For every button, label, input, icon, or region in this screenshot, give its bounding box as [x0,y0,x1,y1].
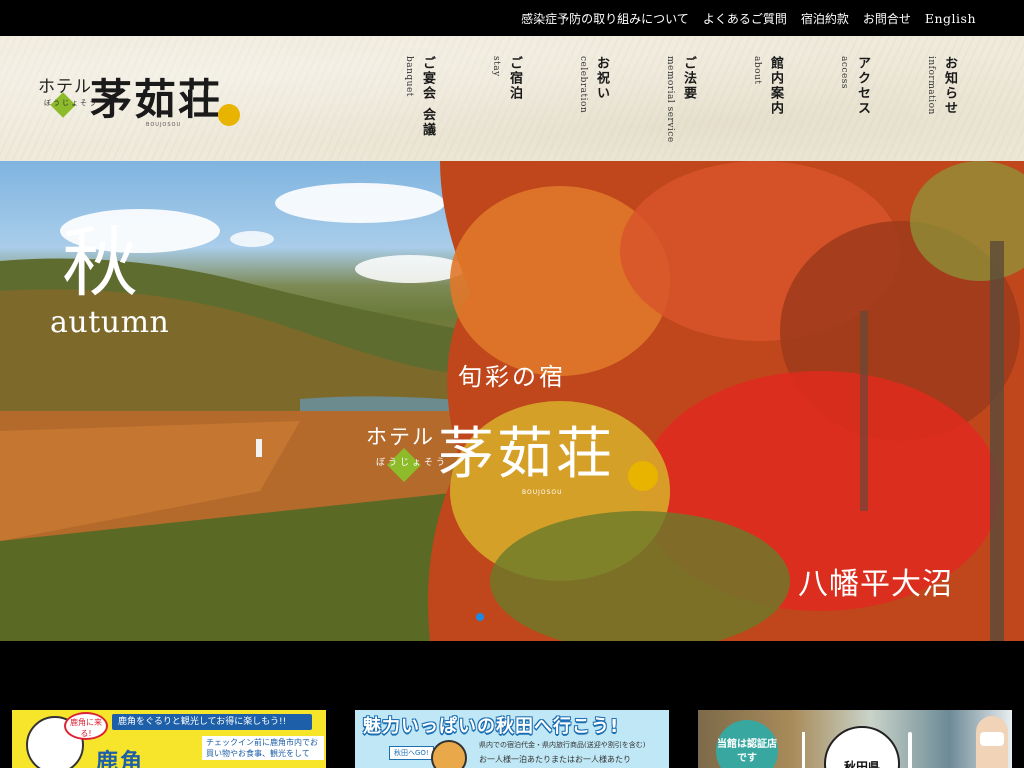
topbar-link-contact[interactable]: お問合せ [863,10,911,27]
nav-label-jp: お知らせ [942,56,957,116]
nav-label-en: access [839,56,849,90]
hero-logo: ホテル ぼうじょそう 茅茹荘 BOUJOSOU [366,409,666,499]
nav-label-en: stay [491,56,501,77]
nav-item-memorial[interactable]: ご法要 memorial service [665,56,698,156]
nav-label-jp: アクセス [855,56,870,116]
akita-subtext-2: お一人様一泊あたりまたはお一人様あたり [479,755,631,764]
akita-subtext: 県内での宿泊代金・県内旅行商品(送迎や割引を含む) [479,741,646,749]
banner-section: 鹿角に来る! 鹿角をぐるりと観光してお得に楽しもう!! 鹿角 チェックイン前に鹿… [0,641,1024,768]
akita-tag: 秋田へGO! [389,746,434,760]
nav-item-access[interactable]: アクセス access [839,56,872,156]
nav-label-en: about [752,56,762,85]
logo-hotel-text: ホテル [38,77,92,97]
kazuno-title: 鹿角 [96,750,145,768]
nav-label-jp: ご宿泊 [507,56,522,101]
cat-mascot-icon [431,740,467,768]
mask-icon [980,732,1004,746]
logo-name: 茅茹荘 [90,75,223,124]
nav-label-en: memorial service [665,56,675,143]
nav-label-jp: ご法要 [681,56,696,101]
hero-logo-roman: BOUJOSOU [522,489,563,496]
banner-certified[interactable]: 当館は認証店です 秋田県 [698,710,1012,768]
slider-indicator-dot[interactable] [476,613,484,621]
nav-label-en: information [926,56,936,115]
top-utility-bar: 感染症予防の取り組みについて よくあるご質問 宿泊約款 お問合せ English [0,0,1024,36]
global-nav: ご宴会 会議 banquet ご宿泊 stay お祝い celebration … [400,56,970,156]
nav-label-jp: お祝い [594,56,609,101]
nav-label-en: banquet [404,56,414,97]
logo-roman: BOUJOSOU [146,122,182,128]
nav-item-about[interactable]: 館内案内 about [752,56,785,156]
topbar-link-terms[interactable]: 宿泊約款 [801,10,849,27]
topbar-link-faq[interactable]: よくあるご質問 [703,10,787,27]
logo-sun-dot [218,104,240,126]
topbar-link-english[interactable]: English [925,11,976,26]
hero-logo-sun-dot [628,461,658,491]
nav-item-celebration[interactable]: お祝い celebration [578,56,611,156]
hero-catchcopy: 旬彩の宿 [458,363,566,391]
hero-slider[interactable]: 秋 autumn 旬彩の宿 ホテル ぼうじょそう 茅茹荘 BOUJOSOU 八幡… [0,161,1024,641]
banner-akita-campaign[interactable]: 魅力いっぱいの秋田へ行こう! 秋田へGO! 県内での宿泊代金・県内旅行商品(送迎… [355,710,669,768]
knife-icon [908,732,912,768]
nav-label-jp: ご宴会 会議 [420,56,435,138]
nav-item-information[interactable]: お知らせ information [926,56,959,156]
hero-logo-name: 茅茹荘 [438,422,615,487]
nav-label-jp: 館内案内 [768,56,783,116]
kazuno-text: チェックイン前に鹿角市内でお買い物やお食事、観光をして [202,736,324,760]
hero-season-en: autumn [50,305,170,340]
kazuno-headline: 鹿角をぐるりと観光してお得に楽しもう!! [112,714,312,730]
kazuno-badge: 鹿角に来る! [64,712,108,740]
site-header: ホテル ぼうじょそう 茅茹荘 BOUJOSOU ご宴会 会議 banquet ご… [0,36,1024,161]
hero-logo-hotel: ホテル [366,425,435,449]
site-logo[interactable]: ホテル ぼうじょそう 茅茹荘 BOUJOSOU [38,66,248,136]
nav-item-banquet[interactable]: ご宴会 会議 banquet [404,56,437,156]
nav-item-stay[interactable]: ご宿泊 stay [491,56,524,156]
hero-place-caption: 八幡平大沼 [798,567,953,602]
fork-icon [802,732,805,768]
nav-label-en: celebration [578,56,588,114]
banner-kazuno[interactable]: 鹿角に来る! 鹿角をぐるりと観光してお得に楽しもう!! 鹿角 チェックイン前に鹿… [12,710,326,768]
akita-headline: 魅力いっぱいの秋田へ行こう! [363,716,620,737]
hero-season-kanji: 秋 [62,218,138,307]
topbar-link-infection[interactable]: 感染症予防の取り組みについて [521,10,689,27]
